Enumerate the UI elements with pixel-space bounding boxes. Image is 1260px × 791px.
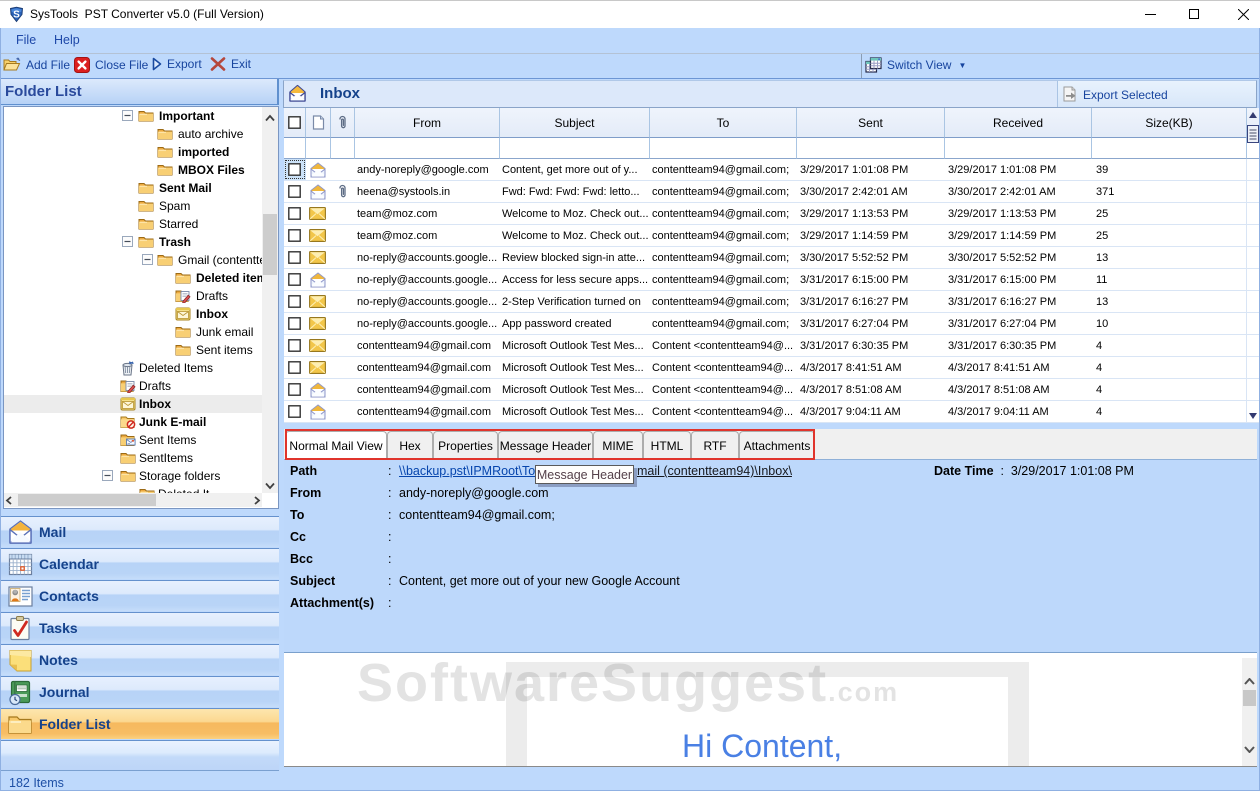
svg-text:S: S (13, 10, 20, 21)
